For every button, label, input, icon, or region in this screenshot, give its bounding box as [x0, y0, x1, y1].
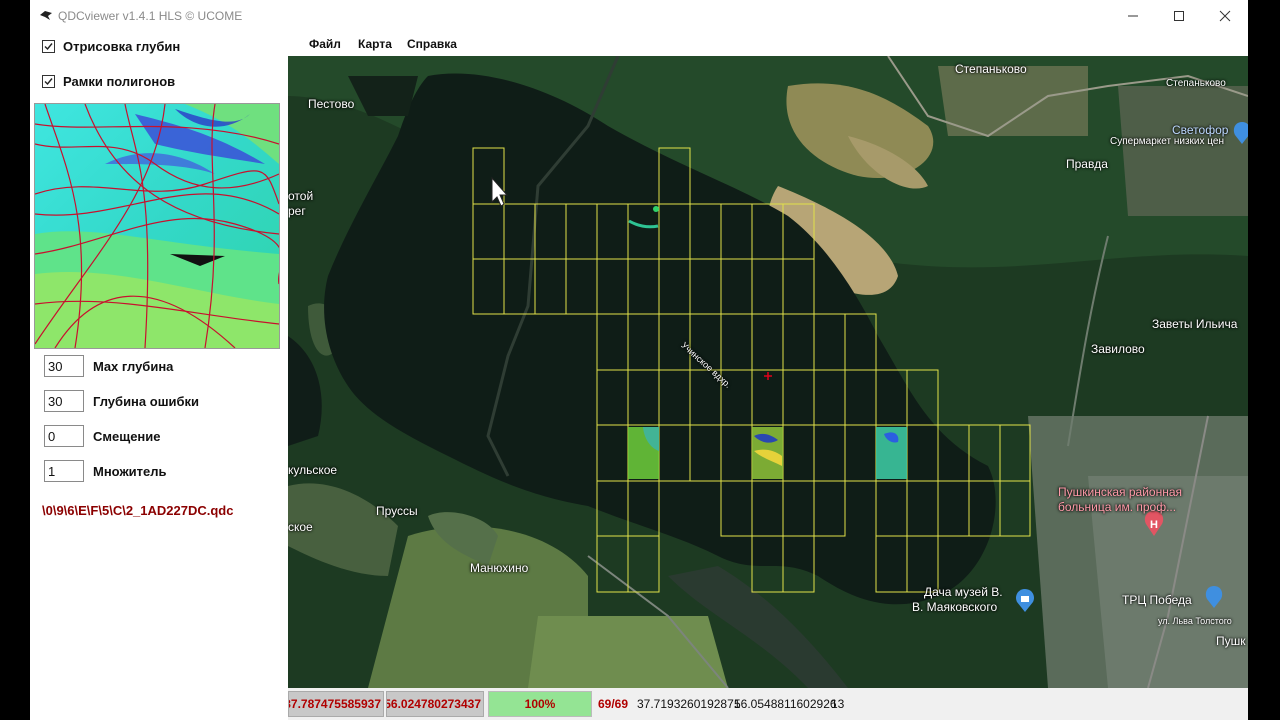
title-bar: QDCviewer v1.4.1 HLS © UCOME	[30, 0, 1248, 32]
max-depth-input[interactable]	[44, 355, 84, 377]
map-label-prussy: Пруссы	[376, 504, 418, 518]
offset-input[interactable]	[44, 425, 84, 447]
map-label-stepankovo: Степаньково	[955, 62, 1027, 76]
satellite-map[interactable]: H	[288, 56, 1248, 688]
status-latitude: 56.024780273437	[386, 691, 484, 717]
status-polygon-count: 69/69	[598, 697, 629, 711]
error-depth-input[interactable]	[44, 390, 84, 412]
svg-text:H: H	[1150, 519, 1158, 531]
offset-label: Смещение	[93, 428, 161, 444]
map-label-manyukhino: Манюхино	[470, 561, 529, 575]
progress-text: 100%	[524, 697, 556, 711]
error-depth-row: Глубина ошибки	[44, 389, 199, 413]
map-label-street: ул. Льва Толстого	[1158, 616, 1232, 626]
max-depth-label: Max глубина	[93, 358, 174, 374]
close-icon	[1219, 10, 1231, 22]
status-zoom: 13	[831, 697, 845, 711]
checkbox-box[interactable]	[42, 39, 55, 53]
map-label-dacha-line2: В. Маяковского	[912, 600, 998, 614]
maximize-button[interactable]	[1156, 0, 1202, 32]
menu-bar: Файл Карта Справка	[288, 32, 1248, 56]
status-bar: 37.787475585937 56.024780273437 100% 69/…	[288, 688, 1248, 720]
max-depth-row: Max глубина	[44, 354, 173, 378]
map-label-trc: ТРЦ Победа	[1122, 593, 1192, 607]
status-cursor-longitude: 37.7193260192871	[637, 697, 741, 711]
map-label-skoe: ское	[288, 520, 313, 534]
window-title: QDCviewer v1.4.1 HLS © UCOME	[58, 9, 243, 23]
map-label-zavilovo: Завилово	[1091, 342, 1145, 356]
map-label-stepankovo-small: Степаньково	[1166, 78, 1226, 89]
minimize-button[interactable]	[1110, 0, 1156, 32]
map-view[interactable]: H Степаньково Степаньково Пестово Светоф…	[288, 56, 1248, 688]
polygon-frames-label: Рамки полигонов	[63, 73, 176, 89]
minimize-icon	[1128, 15, 1138, 17]
map-label-pushk: Пушк	[1216, 634, 1246, 648]
status-progress-bar: 100%	[488, 691, 592, 717]
depth-preview-image	[34, 103, 280, 349]
depth-heatmap	[35, 104, 279, 348]
map-label-dacha-line1: Дача музей В.	[924, 585, 1003, 599]
checkmark-icon	[44, 42, 53, 50]
menu-help[interactable]: Справка	[407, 37, 457, 51]
close-button[interactable]	[1202, 0, 1248, 32]
depth-render-checkbox[interactable]: Отрисовка глубин	[42, 36, 180, 56]
app-logo-icon	[40, 11, 52, 20]
multiplier-row: Множитель	[44, 459, 167, 483]
error-depth-label: Глубина ошибки	[93, 393, 200, 409]
offset-row: Смещение	[44, 424, 161, 448]
multiplier-input[interactable]	[44, 460, 84, 482]
map-label-reg: рег	[288, 204, 306, 218]
map-label-svetofor: Светофор	[1172, 123, 1229, 137]
map-label-zavety: Заветы Ильича	[1152, 317, 1238, 331]
map-label-hospital-line1: Пушкинская районная	[1058, 485, 1183, 499]
maximize-icon	[1174, 11, 1184, 21]
map-label-pravda: Правда	[1066, 157, 1108, 171]
map-label-hospital-line2: больница им. проф...	[1058, 500, 1177, 514]
map-label-pestovo: Пестово	[308, 97, 355, 111]
sidebar: Отрисовка глубин Рамки полигонов 30 Max …	[30, 32, 288, 720]
status-longitude: 37.787475585937	[288, 691, 384, 717]
checkmark-icon	[44, 77, 53, 85]
menu-file[interactable]: Файл	[309, 37, 341, 51]
menu-map[interactable]: Карта	[358, 37, 392, 51]
checkbox-box[interactable]	[42, 74, 55, 88]
app-window: QDCviewer v1.4.1 HLS © UCOME Отрисовка г…	[30, 0, 1248, 720]
file-path: \0\9\6\E\F\5\C\2_1AD227DC.qdc	[42, 503, 234, 518]
map-label-kulskoe: кульское	[288, 463, 338, 477]
multiplier-label: Множитель	[93, 463, 167, 479]
map-label-otoy: отой	[288, 189, 314, 203]
depth-render-label: Отрисовка глубин	[63, 38, 181, 54]
map-label-supermarket: Супермаркет низких цен	[1110, 136, 1224, 147]
polygon-frames-checkbox[interactable]: Рамки полигонов	[42, 71, 175, 91]
status-cursor-latitude: 56.0548811602926	[734, 697, 837, 711]
